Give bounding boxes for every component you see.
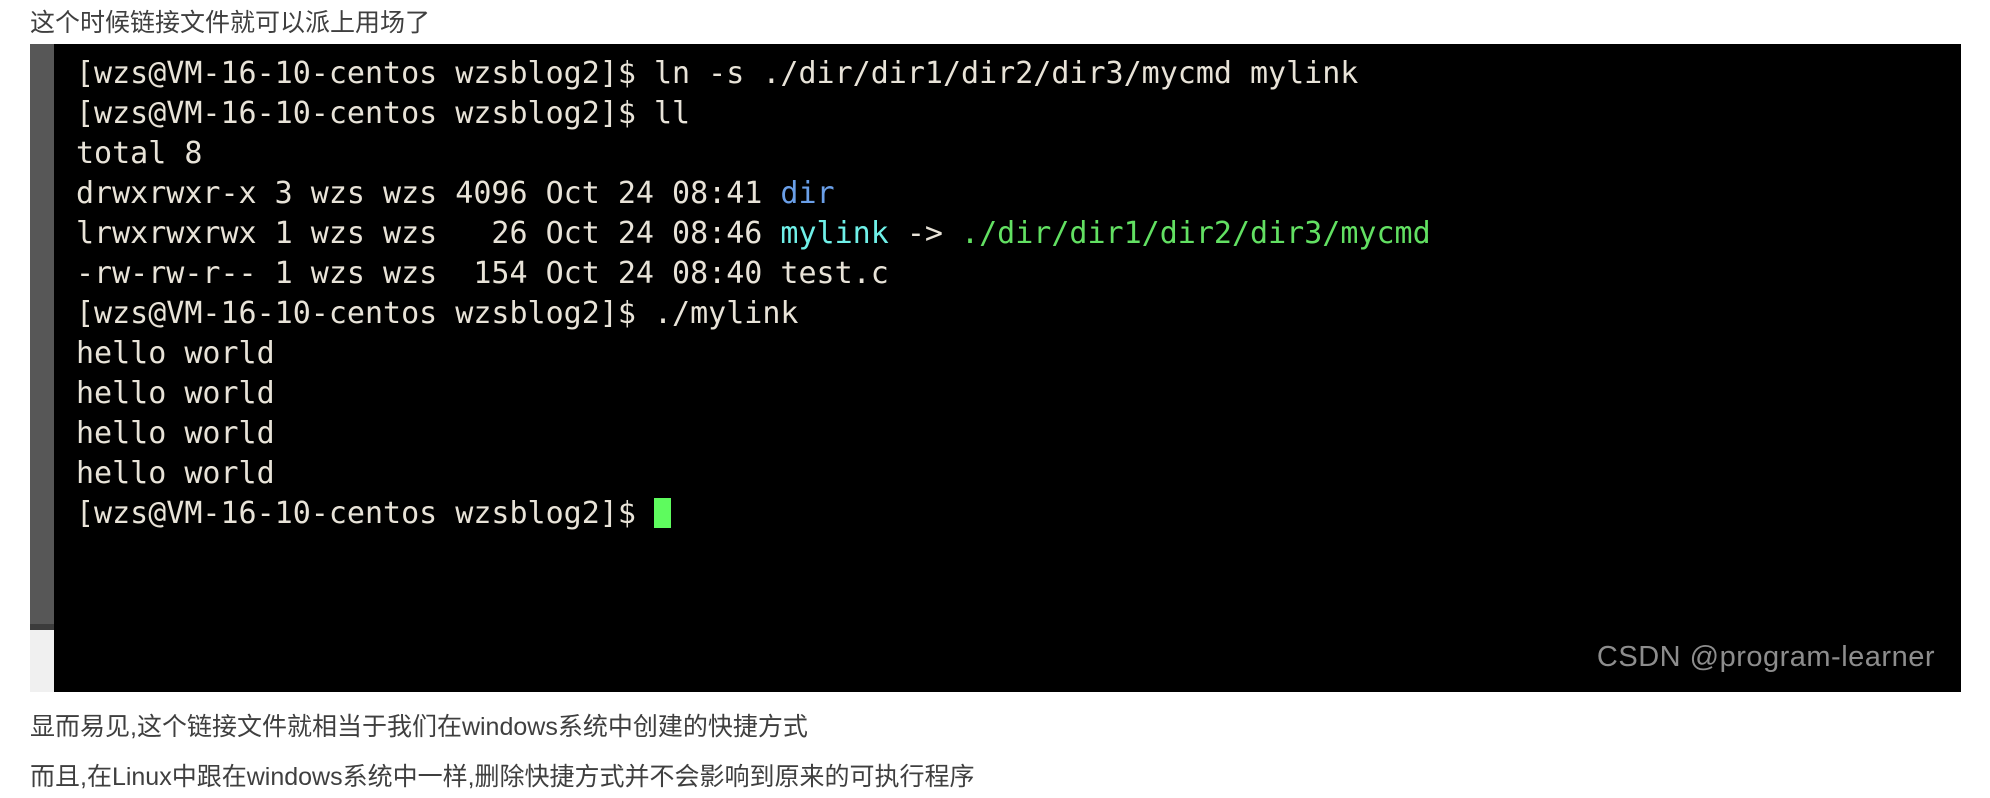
terminal-segment: [wzs@VM-16-10-centos wzsblog2]$ [76, 496, 654, 531]
terminal-segment: total 8 [76, 136, 203, 171]
terminal-segment: ln -s ./dir/dir1/dir2/dir3/mycmd mylink [653, 56, 1359, 91]
terminal-line-out-mylink: lrwxrwxrwx 1 wzs wzs 26 Oct 24 08:46 myl… [76, 214, 1961, 254]
terminal-line-out-hello-1: hello world [76, 334, 1961, 374]
terminal-segment: -> [888, 216, 962, 251]
terminal-segment: lrwxrwxrwx 1 wzs wzs 26 Oct 24 08:46 [76, 216, 781, 251]
terminal-segment: hello world [76, 416, 275, 451]
terminal-segment: hello world [76, 336, 275, 371]
terminal-line-cmd-ll: [wzs@VM-16-10-centos wzsblog2]$ ll [76, 94, 1961, 134]
terminal-segment: ll [653, 96, 691, 131]
terminal-window[interactable]: [wzs@VM-16-10-centos wzsblog2]$ ln -s ./… [30, 44, 1961, 692]
terminal-segment: drwxrwxr-x 3 wzs wzs 4096 Oct 24 08:41 [76, 176, 781, 211]
terminal-scrollbar[interactable] [30, 44, 54, 692]
scrollbar-track-bottom[interactable] [30, 630, 54, 692]
terminal-line-cmd-run-mylink: [wzs@VM-16-10-centos wzsblog2]$ ./mylink [76, 294, 1961, 334]
scrollbar-thumb[interactable] [30, 44, 54, 624]
terminal-line-out-hello-4: hello world [76, 454, 1961, 494]
terminal-cursor [653, 498, 671, 528]
terminal-line-out-testc: -rw-rw-r-- 1 wzs wzs 154 Oct 24 08:40 te… [76, 254, 1961, 294]
terminal-segment: [wzs@VM-16-10-centos wzsblog2]$ [76, 56, 654, 91]
terminal-segment: hello world [76, 456, 275, 491]
terminal-line-out-dir: drwxrwxr-x 3 wzs wzs 4096 Oct 24 08:41 d… [76, 174, 1961, 214]
terminal-segment: ./dir/dir1/dir2/dir3/mycmd [961, 216, 1431, 251]
csdn-watermark: CSDN @program-learner [1596, 641, 1935, 673]
terminal-line-out-hello-2: hello world [76, 374, 1961, 414]
intro-paragraph: 这个时候链接文件就可以派上用场了 [30, 9, 431, 37]
terminal-line-out-hello-3: hello world [76, 414, 1961, 454]
terminal-segment: -rw-rw-r-- 1 wzs wzs 154 Oct 24 08:40 te… [76, 256, 889, 291]
terminal-line-cmd-ln-s: [wzs@VM-16-10-centos wzsblog2]$ ln -s ./… [76, 54, 1961, 94]
terminal-segment: mylink [780, 216, 889, 251]
terminal-segment: dir [780, 176, 835, 211]
outro-paragraph-1: 显而易见,这个链接文件就相当于我们在windows系统中创建的快捷方式 [30, 713, 808, 741]
terminal-output-area[interactable]: [wzs@VM-16-10-centos wzsblog2]$ ln -s ./… [54, 44, 1961, 692]
outro-paragraph-2: 而且,在Linux中跟在windows系统中一样,删除快捷方式并不会影响到原来的… [30, 763, 975, 791]
terminal-segment: ./mylink [653, 296, 799, 331]
terminal-line-prompt-final: [wzs@VM-16-10-centos wzsblog2]$ [76, 494, 1961, 534]
terminal-segment: [wzs@VM-16-10-centos wzsblog2]$ [76, 96, 654, 131]
terminal-segment: [wzs@VM-16-10-centos wzsblog2]$ [76, 296, 654, 331]
terminal-segment: hello world [76, 376, 275, 411]
screenshot-root: 这个时候链接文件就可以派上用场了 [wzs@VM-16-10-centos wz… [0, 0, 1990, 798]
terminal-line-out-total: total 8 [76, 134, 1961, 174]
